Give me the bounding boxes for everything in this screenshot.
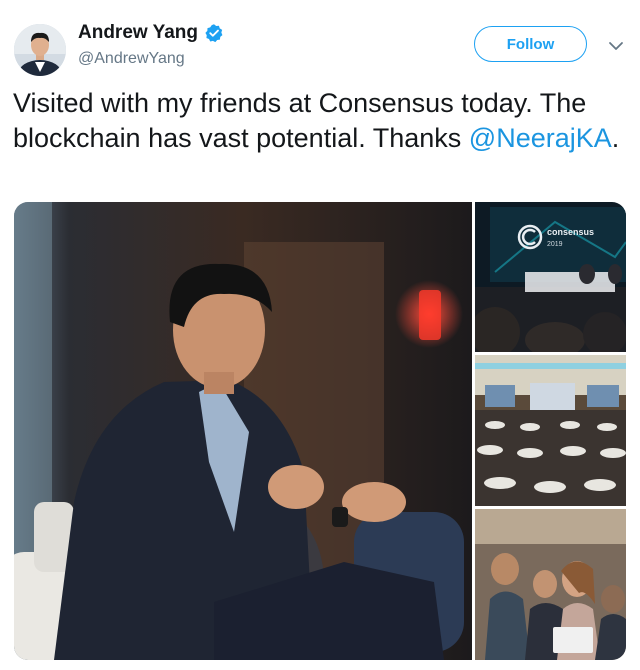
audience-photo: [475, 509, 626, 660]
photo-stage-sign[interactable]: consensus 2019: [475, 202, 626, 352]
speaker-photo: [14, 202, 472, 660]
stage-sign-photo: consensus 2019: [475, 202, 626, 352]
photo-audience-closeup[interactable]: [475, 509, 626, 660]
more-options-button[interactable]: [606, 36, 626, 56]
tweet-text: Visited with my friends at Consensus tod…: [13, 86, 628, 156]
stage-sign-year: 2019: [547, 241, 563, 248]
verified-badge-icon: [205, 24, 223, 43]
author-name-row[interactable]: Andrew Yang: [78, 22, 224, 44]
media-grid: consensus 2019: [14, 202, 626, 660]
avatar-image: [14, 24, 66, 76]
mention-link[interactable]: @NeerajKA: [469, 123, 612, 153]
display-name[interactable]: Andrew Yang: [78, 22, 198, 44]
stage-sign-brand: consensus: [547, 227, 594, 237]
photo-speaker-onstage[interactable]: [14, 202, 472, 660]
photo-ballroom-audience[interactable]: [475, 355, 626, 506]
follow-button[interactable]: Follow: [474, 26, 587, 62]
author-handle[interactable]: @AndrewYang: [78, 50, 185, 68]
avatar[interactable]: [14, 24, 66, 76]
ballroom-photo: [475, 355, 626, 506]
chevron-down-icon: [609, 42, 623, 50]
tweet-text-end: .: [611, 123, 620, 153]
